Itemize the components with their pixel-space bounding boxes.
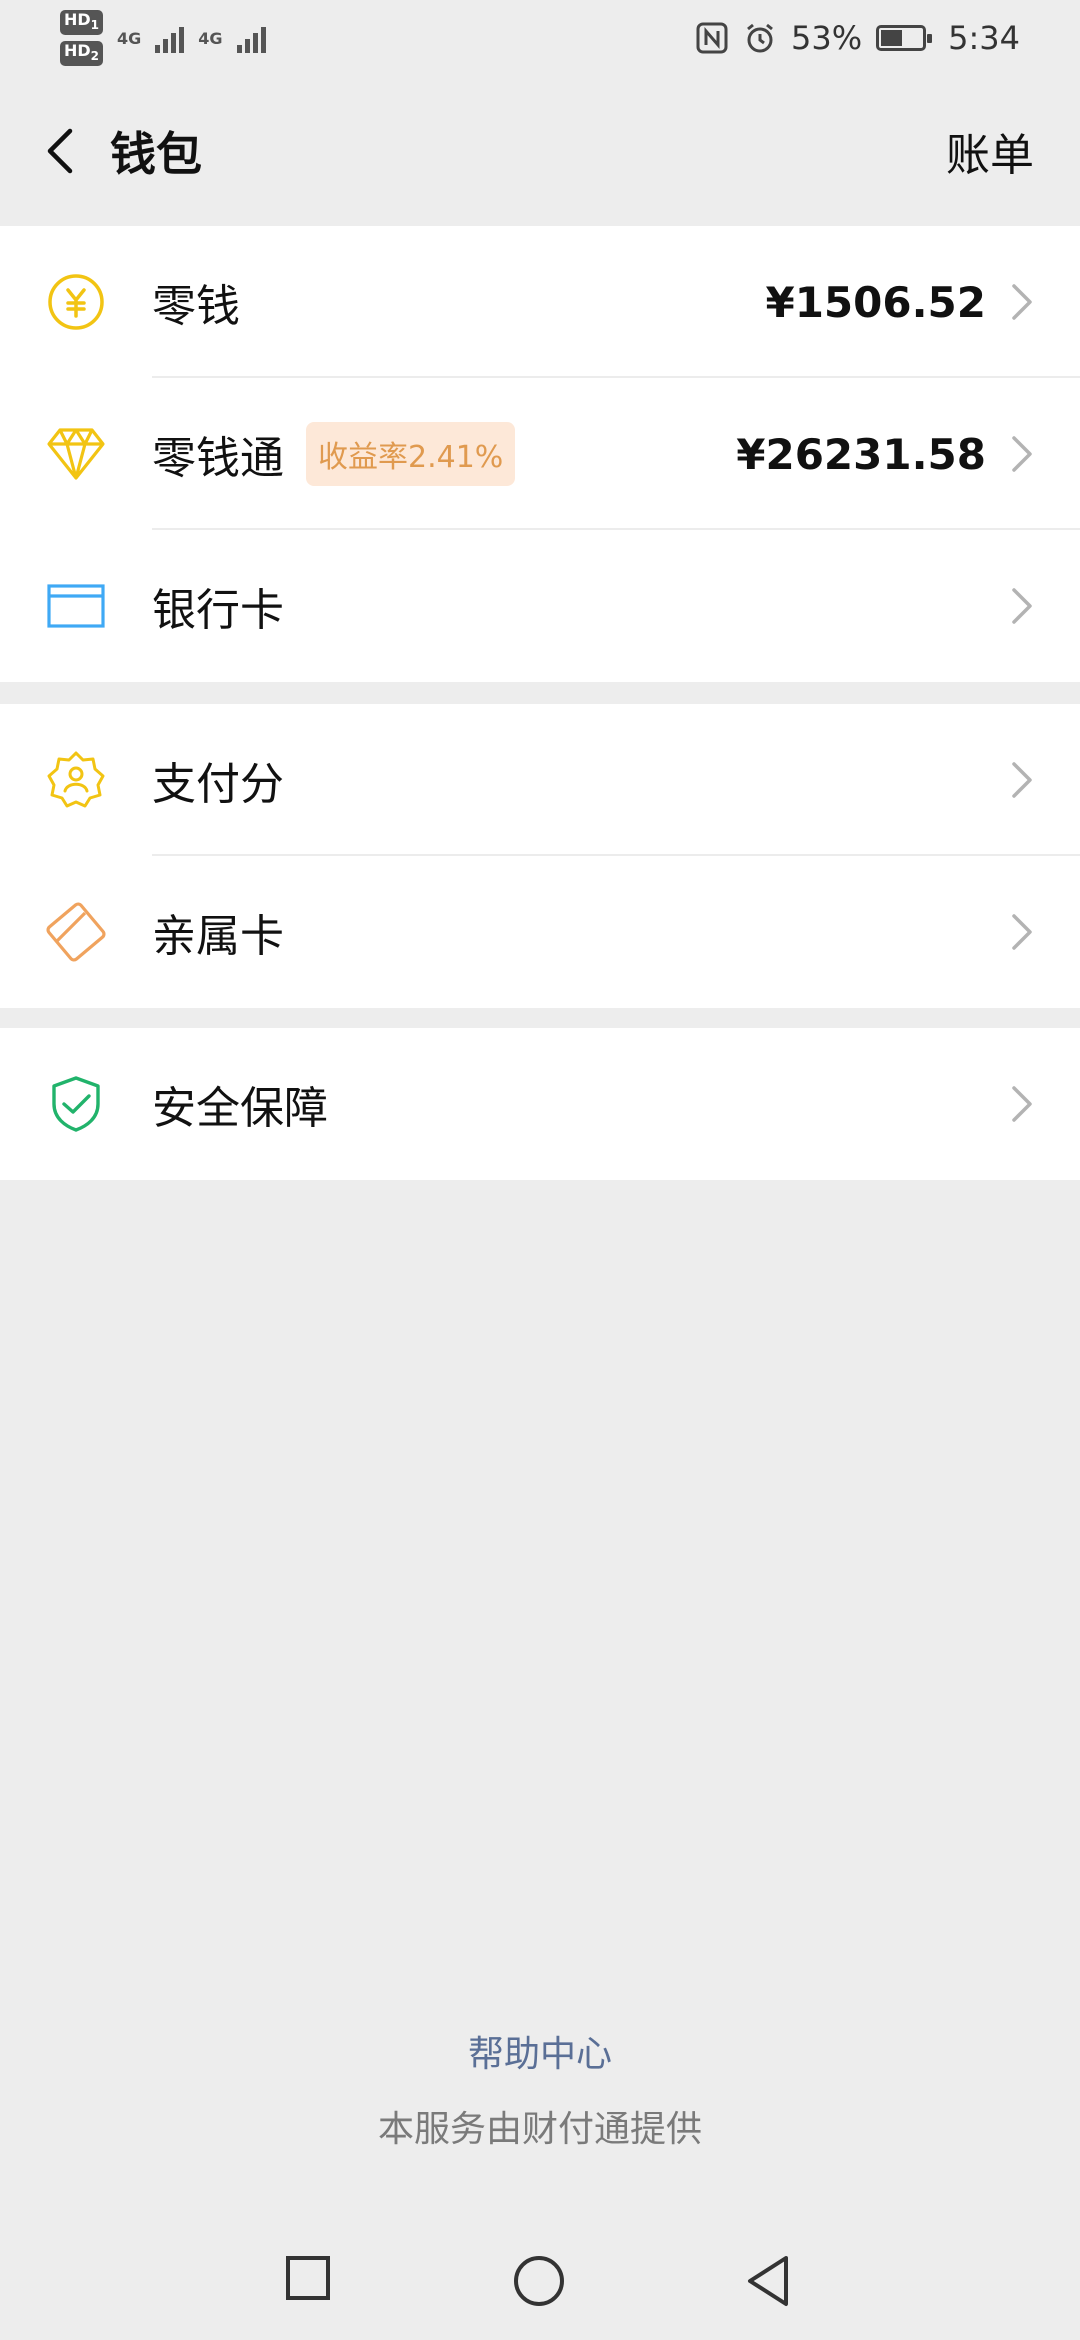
row-security[interactable]: 安全保障 [0,1028,1080,1180]
home-icon[interactable] [512,2254,566,2308]
row-label: 零钱通 [152,433,284,484]
status-bar: HD1 HD2 4G 4G 53% 5:34 [0,0,1080,76]
back-nav-icon[interactable] [744,2254,792,2308]
chevron-right-icon [1012,436,1032,472]
top-bar: 钱包 账单 [0,76,1080,226]
row-change-plus[interactable]: 零钱通 收益率2.41% ¥26231.58 [0,378,1080,530]
page-title: 钱包 [110,127,202,181]
shield-check-icon [38,1066,114,1142]
chevron-right-icon [1012,1086,1032,1122]
row-label: 安全保障 [152,1083,328,1134]
status-right: 53% 5:34 [695,19,1020,57]
row-bank-card[interactable]: 银行卡 [0,530,1080,682]
yuan-coin-icon [38,264,114,340]
yield-rate-badge: 收益率2.41% [306,422,516,486]
row-family-card[interactable]: 亲属卡 [0,856,1080,1008]
battery-percent: 53% [791,19,863,57]
provider-note: 本服务由财付通提供 [377,2109,702,2150]
system-nav-bar [0,2240,1080,2310]
battery-fill [881,30,903,46]
row-label: 亲属卡 [152,911,284,962]
wallet-group-services: 支付分 亲属卡 [0,704,1080,1008]
signal2-icon [236,23,266,53]
chevron-right-icon [1012,762,1032,798]
row-label: 零钱 [152,281,240,332]
clock: 5:34 [948,19,1020,57]
wallet-group-balances: 零钱 ¥1506.52 零钱通 收益率2.41% ¥26231.58 银行卡 [0,226,1080,682]
row-payment-score[interactable]: 支付分 [0,704,1080,856]
payment-score-icon [38,742,114,818]
alarm-icon [747,23,773,53]
status-left: HD1 HD2 4G 4G [60,9,266,67]
back-arrow-icon[interactable] [36,121,86,181]
battery-icon [876,25,933,51]
bank-card-icon [38,568,114,644]
chevron-right-icon [1012,588,1032,624]
bill-button[interactable]: 账单 [946,119,1034,183]
row-label: 支付分 [152,759,284,810]
sim1-hd-badge: HD1 [60,9,104,35]
change-balance: ¥1506.52 [765,277,986,327]
chevron-right-icon [1012,914,1032,950]
recent-apps-icon[interactable] [284,2254,332,2302]
sim2-hd-badge: HD2 [60,41,104,67]
signal1-icon [155,23,185,53]
change-plus-balance: ¥26231.58 [736,429,986,479]
diamond-icon [38,416,114,492]
chevron-right-icon [1012,284,1032,320]
sim-indicators: HD1 HD2 [60,9,104,67]
row-label: 银行卡 [152,585,284,636]
family-card-icon [38,894,114,970]
row-change[interactable]: 零钱 ¥1506.52 [0,226,1080,378]
nfc-icon [696,22,728,54]
help-center-link[interactable]: 帮助中心 [0,2025,1080,2077]
network2-label: 4G [198,28,223,48]
network1-label: 4G [117,28,142,48]
wallet-group-security: 安全保障 [0,1028,1080,1180]
